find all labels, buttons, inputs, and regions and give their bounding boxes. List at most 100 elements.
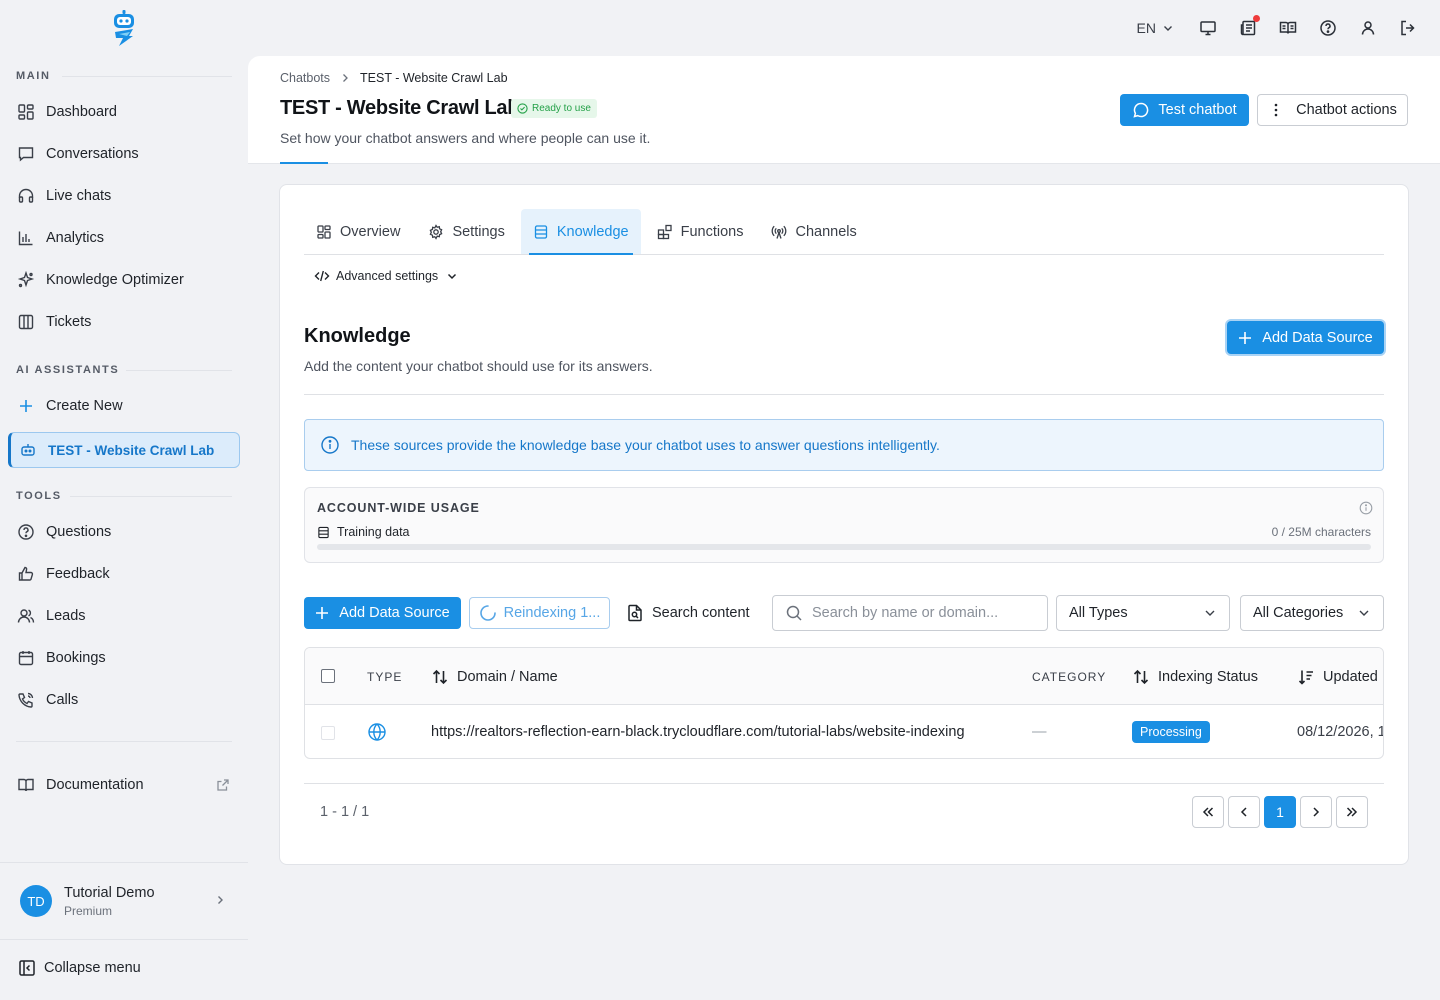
usage-progress-bar — [317, 544, 1371, 550]
chat-bubble-icon — [1133, 102, 1149, 118]
last-page-button[interactable] — [1336, 796, 1368, 828]
sidebar-item-label: Calls — [46, 692, 79, 708]
info-icon[interactable] — [1359, 501, 1373, 515]
pagination-range: 1 - 1 / 1 — [320, 804, 370, 820]
reindexing-button[interactable]: Reindexing 1... — [469, 597, 610, 629]
sidebar-item-label: Analytics — [46, 230, 105, 246]
logout-icon[interactable] — [1398, 18, 1418, 38]
collapse-menu-button[interactable]: Collapse menu — [18, 959, 141, 977]
language-selector[interactable]: EN — [1137, 20, 1174, 36]
sidebar-item-tickets[interactable]: Tickets — [8, 304, 240, 340]
plus-icon — [20, 400, 32, 412]
column-header-label: Updated — [1323, 668, 1378, 685]
divider — [62, 76, 232, 77]
sidebar-item-knowledge-optimizer[interactable]: Knowledge Optimizer — [8, 262, 240, 298]
next-page-button[interactable] — [1300, 796, 1332, 828]
sidebar-item-dashboard[interactable]: Dashboard — [8, 94, 240, 130]
sidebar-item-bookings[interactable]: Bookings — [8, 640, 240, 676]
avatar: TD — [20, 885, 52, 917]
add-data-source-button[interactable]: Add Data Source — [304, 597, 461, 629]
tab-functions[interactable]: Functions — [645, 209, 756, 254]
book-open-icon[interactable] — [1278, 18, 1298, 38]
chat-icon — [18, 147, 34, 162]
column-header-domain-name[interactable]: Domain / Name — [431, 648, 558, 705]
create-new-label: Create New — [46, 398, 123, 414]
search-content-button[interactable]: Search content — [626, 597, 750, 629]
tab-label: Channels — [795, 223, 857, 240]
user-profile[interactable]: TD Tutorial Demo Premium — [0, 863, 248, 939]
tab-settings[interactable]: Settings — [416, 209, 516, 254]
usage-panel: ACCOUNT-WIDE USAGE Training data 0 / 25M… — [304, 487, 1384, 563]
breadcrumb-link-chatbots[interactable]: Chatbots — [280, 71, 330, 85]
info-icon — [321, 436, 339, 454]
thumbs-up-icon — [18, 566, 34, 581]
database-icon — [534, 224, 547, 239]
sidebar-item-feedback[interactable]: Feedback — [8, 556, 240, 592]
chatbot-actions-button[interactable]: Chatbot actions — [1257, 94, 1408, 126]
data-sources-table: TYPE Domain / Name CATEGORY Indexing Sta… — [304, 647, 1384, 759]
column-header-category[interactable]: CATEGORY — [1032, 648, 1106, 705]
sidebar: MAIN Dashboard Conversations Live chats … — [0, 0, 248, 1000]
question-icon — [18, 524, 34, 540]
usage-title: ACCOUNT-WIDE USAGE — [317, 501, 480, 515]
header-underline — [280, 162, 328, 164]
tab-label: Knowledge — [556, 223, 629, 240]
search-content-label: Search content — [652, 605, 750, 621]
tab-overview[interactable]: Overview — [304, 209, 412, 254]
chevron-down-icon — [1205, 610, 1215, 616]
divider — [0, 939, 248, 940]
type-filter-select[interactable]: All Types — [1056, 595, 1230, 631]
page-button-current[interactable]: 1 — [1264, 796, 1296, 828]
logo-icon[interactable] — [111, 10, 137, 46]
test-chatbot-button[interactable]: Test chatbot — [1120, 94, 1249, 126]
previous-page-button[interactable] — [1228, 796, 1260, 828]
collapse-icon — [19, 960, 35, 976]
sidebar-item-documentation[interactable]: Documentation — [8, 767, 240, 803]
help-icon[interactable] — [1318, 18, 1338, 38]
category-filter-select[interactable]: All Categories — [1240, 595, 1384, 631]
add-data-source-button-header[interactable]: Add Data Source — [1227, 321, 1384, 354]
table-toolbar: Add Data Source Reindexing 1... Search c… — [304, 595, 1384, 631]
monitor-icon[interactable] — [1198, 18, 1218, 38]
section-label-tools: TOOLS — [16, 490, 62, 502]
check-circle-icon — [517, 103, 528, 114]
create-new-button[interactable]: Create New — [8, 388, 240, 424]
column-header-type[interactable]: TYPE — [367, 648, 402, 705]
news-icon[interactable] — [1238, 15, 1260, 38]
row-checkbox[interactable] — [321, 726, 335, 740]
reindexing-label: Reindexing 1... — [503, 605, 601, 621]
column-header-indexing-status[interactable]: Indexing Status — [1132, 648, 1258, 705]
sidebar-item-active-assistant[interactable]: TEST - Website Crawl Lab — [8, 432, 240, 468]
sidebar-item-calls[interactable]: Calls — [8, 682, 240, 718]
status-text: Ready to use — [532, 103, 591, 114]
advanced-settings-toggle[interactable]: Advanced settings — [314, 268, 458, 284]
broadcast-icon — [772, 225, 787, 239]
tab-knowledge[interactable]: Knowledge — [520, 209, 641, 255]
search-input[interactable] — [812, 605, 1032, 621]
bar-chart-icon — [18, 231, 33, 246]
sidebar-item-questions[interactable]: Questions — [8, 514, 240, 550]
first-page-button[interactable] — [1192, 796, 1224, 828]
status-badge: Ready to use — [511, 99, 597, 118]
row-name[interactable]: https://realtors-reflection-earn-black.t… — [431, 705, 965, 758]
section-label-ai-assistants: AI ASSISTANTS — [16, 364, 120, 376]
tab-channels[interactable]: Channels — [759, 209, 868, 254]
select-all-checkbox[interactable] — [321, 669, 335, 683]
sort-icon — [432, 669, 448, 684]
chevrons-left-icon — [1202, 807, 1214, 817]
advanced-settings-label: Advanced settings — [336, 269, 439, 283]
knowledge-title: Knowledge — [304, 325, 411, 347]
users-icon — [17, 609, 35, 623]
sidebar-item-live-chats[interactable]: Live chats — [8, 178, 240, 214]
more-vertical-icon — [1274, 103, 1278, 117]
row-status: Processing — [1132, 705, 1210, 758]
sidebar-item-analytics[interactable]: Analytics — [8, 220, 240, 256]
headset-icon — [18, 188, 34, 203]
sidebar-item-leads[interactable]: Leads — [8, 598, 240, 634]
test-chatbot-label: Test chatbot — [1158, 102, 1237, 118]
user-icon[interactable] — [1358, 18, 1378, 38]
search-icon — [786, 605, 802, 621]
sidebar-item-conversations[interactable]: Conversations — [8, 136, 240, 172]
column-header-updated[interactable]: Updated — [1297, 648, 1378, 705]
sidebar-item-label: Bookings — [46, 650, 106, 666]
